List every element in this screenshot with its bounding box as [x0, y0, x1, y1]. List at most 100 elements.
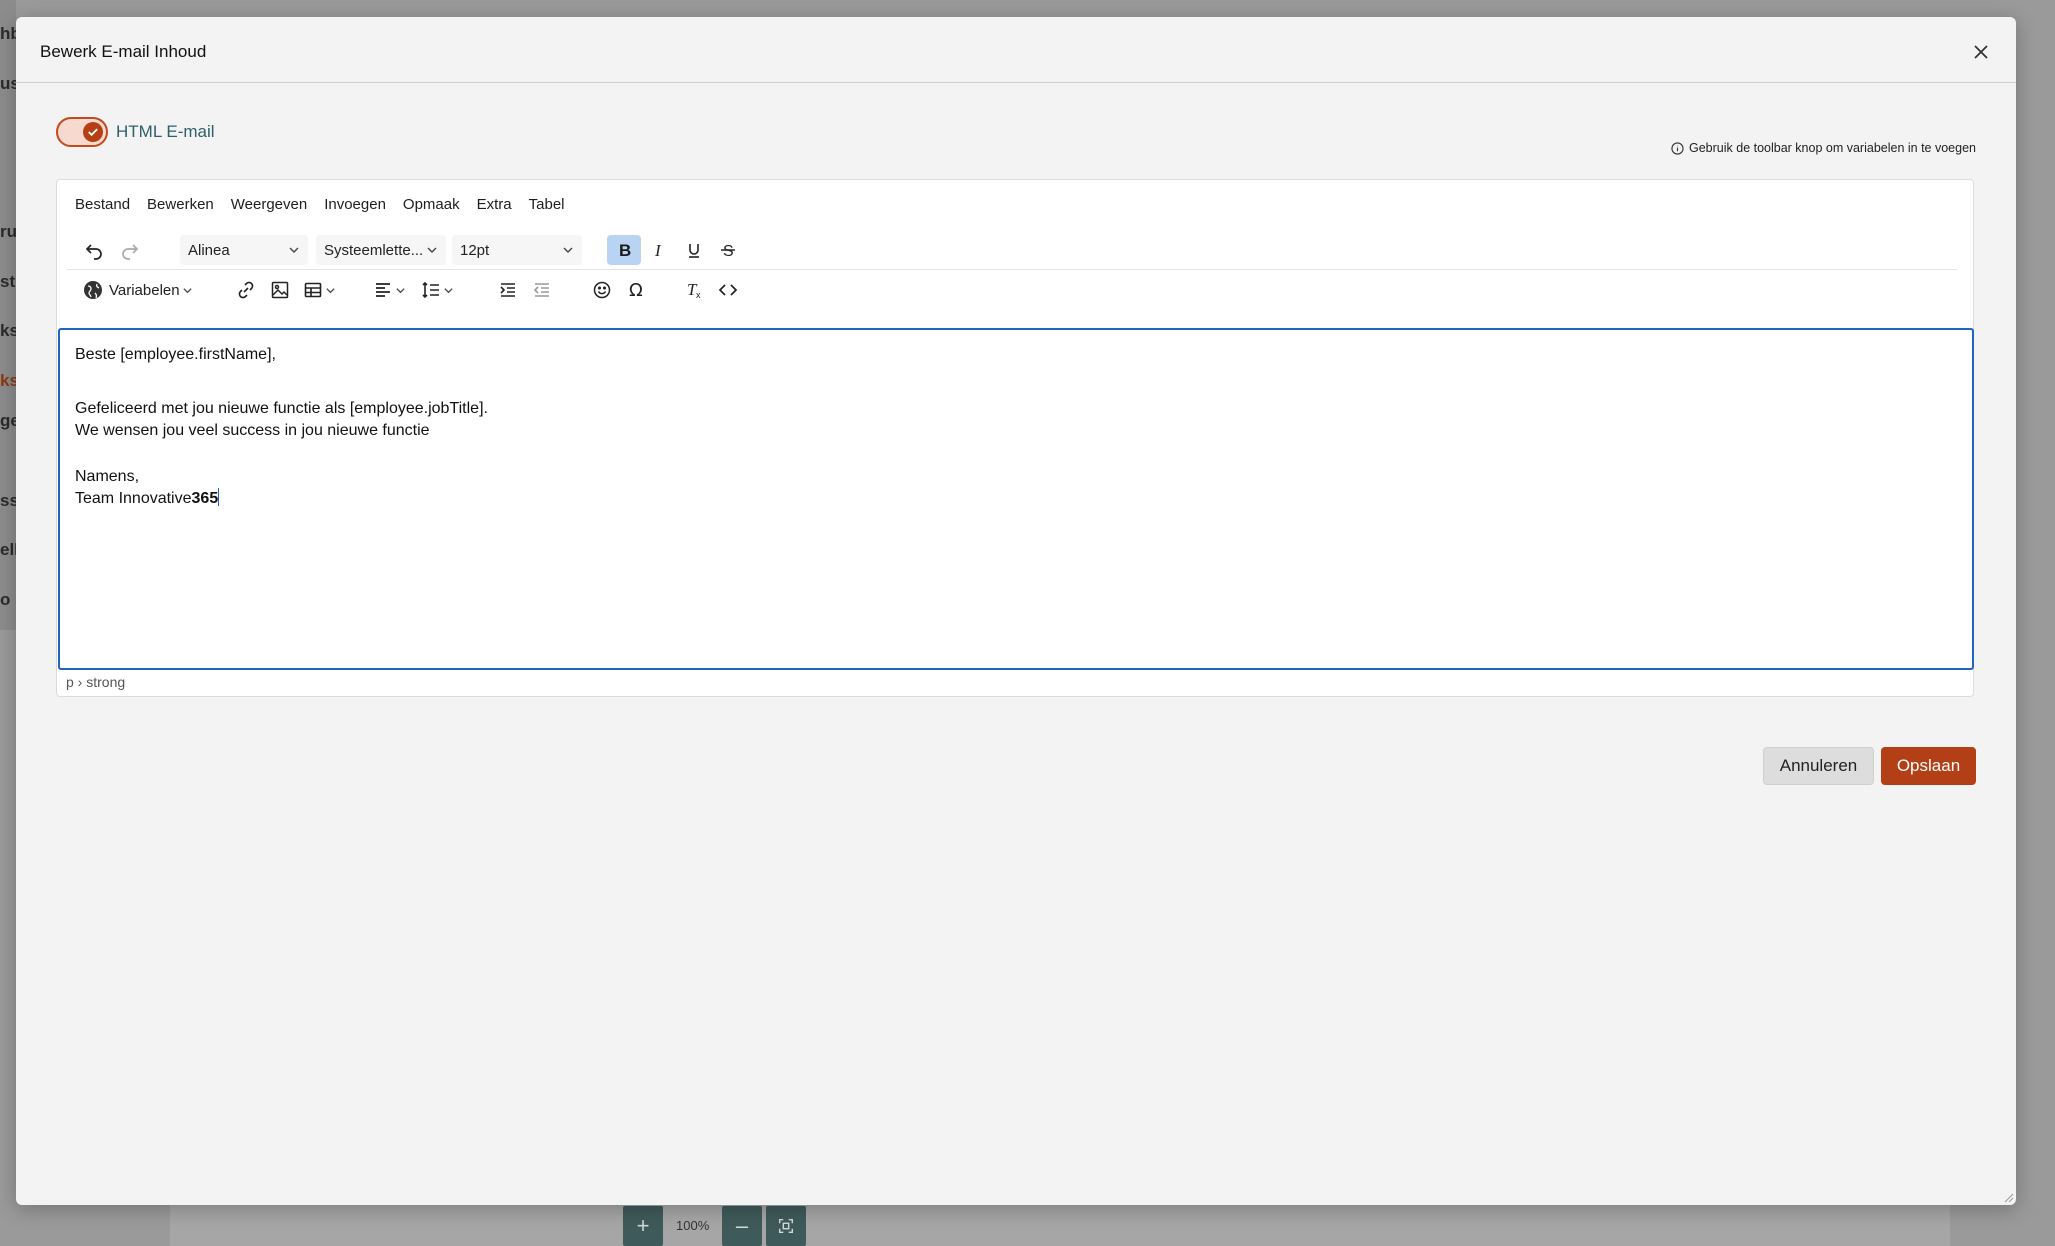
signature-bold-text: 365 [191, 490, 219, 507]
special-char-button[interactable]: Ω [621, 275, 651, 305]
menu-tools[interactable]: Extra [477, 196, 512, 213]
svg-text:I: I [654, 241, 662, 260]
underline-button[interactable] [679, 235, 709, 265]
background-sidebar-label: us [0, 74, 16, 93]
redo-button[interactable] [115, 235, 145, 265]
body-line-1: Gefeliceerd met jou nieuwe functie als [… [75, 400, 488, 417]
background-sidebar-label: ks [0, 321, 16, 340]
background-sidebar-label: ell [0, 540, 16, 559]
html-email-toggle-row: HTML E-mail [56, 115, 215, 149]
signature-line: Team Innovative365 [75, 488, 488, 510]
indent-icon [500, 283, 515, 297]
align-dropdown[interactable] [373, 275, 406, 305]
menu-file[interactable]: Bestand [75, 196, 130, 213]
clear-format-icon: Tx [687, 280, 701, 300]
chevron-down-icon [427, 247, 437, 253]
special-char-icon: Ω [629, 280, 643, 300]
closing-line: Namens, [75, 468, 140, 485]
font-size-select[interactable]: 12pt [452, 235, 582, 265]
table-dropdown[interactable] [303, 275, 336, 305]
outdent-button[interactable] [527, 275, 557, 305]
menu-view[interactable]: Weergeven [231, 196, 307, 213]
font-size-value: 12pt [460, 241, 490, 259]
underline-icon [689, 244, 699, 258]
modal-header: Bewerk E-mail Inhoud [16, 17, 2016, 83]
modal-title: Bewerk E-mail Inhoud [40, 42, 207, 61]
menu-edit[interactable]: Bewerken [147, 196, 214, 213]
rich-text-editor: Bestand Bewerken Weergeven Invoegen Opma… [56, 179, 1974, 697]
italic-button[interactable]: I [643, 235, 673, 265]
background-canvas [170, 1205, 1950, 1246]
variables-label: Variabelen [109, 281, 180, 299]
info-icon [1671, 141, 1684, 155]
block-format-select[interactable]: Alinea [180, 235, 308, 265]
editor-menubar: Bestand Bewerken Weergeven Invoegen Opma… [75, 196, 582, 213]
editor-content-area[interactable]: Beste [employee.firstName], Gefeliceerd … [58, 328, 1974, 670]
emoji-button[interactable] [587, 275, 617, 305]
clear-format-button[interactable]: Tx [679, 275, 709, 305]
text-cursor [218, 488, 220, 506]
empty-paragraph [75, 442, 488, 466]
block-format-value: Alinea [188, 241, 230, 259]
menu-insert[interactable]: Invoegen [324, 196, 386, 213]
resize-handle-icon[interactable] [2002, 1191, 2014, 1203]
background-sidebar [0, 0, 16, 630]
element-path[interactable]: p › strong [66, 674, 125, 690]
edit-email-modal: Bewerk E-mail Inhoud HTML E-mail Gebruik… [16, 17, 2016, 1205]
chevron-down-icon [563, 247, 573, 253]
save-button[interactable]: Opslaan [1881, 747, 1976, 785]
emoji-icon [593, 281, 611, 299]
globe-icon [84, 281, 102, 299]
chevron-down-icon [326, 287, 335, 293]
source-code-button[interactable] [713, 275, 743, 305]
align-left-icon [376, 283, 390, 297]
menu-table[interactable]: Tabel [529, 196, 565, 213]
cancel-button[interactable]: Annuleren [1763, 747, 1874, 785]
close-icon [1974, 45, 1988, 59]
background-sidebar-label: ge [0, 411, 16, 430]
bold-icon: B [619, 241, 631, 260]
background-sidebar-label: str [0, 272, 16, 291]
source-code-icon [718, 284, 738, 296]
italic-icon: I [654, 241, 662, 260]
fit-screen-button[interactable] [766, 1206, 806, 1246]
background-sidebar-label: ss [0, 491, 16, 510]
html-email-toggle[interactable] [56, 117, 108, 147]
svg-text:B: B [619, 241, 631, 260]
bold-button[interactable]: B [607, 235, 641, 265]
line-height-icon [422, 281, 439, 299]
chevron-down-icon [289, 247, 299, 253]
link-icon [238, 281, 254, 299]
undo-button[interactable] [79, 235, 109, 265]
hint-text: Gebruik de toolbar knop om variabelen in… [1689, 141, 1976, 155]
strikethrough-icon: S [721, 243, 735, 260]
table-icon [304, 282, 322, 298]
strikethrough-button[interactable]: S [713, 235, 743, 265]
zoom-in-button[interactable]: + [623, 1206, 663, 1246]
variables-dropdown[interactable]: Variabelen [83, 275, 193, 305]
background-sidebar-label: ks [0, 371, 16, 390]
body-line-2: We wensen jou veel success in jou nieuwe… [75, 422, 430, 439]
chevron-down-icon [444, 287, 453, 293]
email-body[interactable]: Beste [employee.firstName], Gefeliceerd … [75, 344, 488, 510]
zoom-controls: + 100% – [620, 1202, 810, 1246]
link-button[interactable] [231, 275, 261, 305]
html-email-label: HTML E-mail [116, 122, 215, 141]
chevron-down-icon [182, 287, 192, 293]
toolbar-row-2: Variabelen Ω T x [67, 271, 1957, 309]
indent-button[interactable] [493, 275, 523, 305]
zoom-out-button[interactable]: – [722, 1206, 762, 1246]
line-height-dropdown[interactable] [421, 275, 454, 305]
image-button[interactable] [265, 275, 295, 305]
svg-text:S: S [723, 243, 734, 260]
close-button[interactable] [1970, 41, 1992, 63]
font-family-select[interactable]: Systeemlette... [316, 235, 446, 265]
menu-format[interactable]: Opmaak [403, 196, 460, 213]
background-sidebar-label: hb [0, 24, 16, 43]
check-icon [83, 122, 103, 142]
font-family-value: Systeemlette... [324, 241, 424, 259]
chevron-down-icon [396, 287, 405, 293]
signature-text: Team Innovative [75, 490, 192, 507]
toolbar-row-1: Alinea Systeemlette... 12pt B I S [67, 230, 1957, 270]
zoom-level: 100% [676, 1218, 710, 1233]
